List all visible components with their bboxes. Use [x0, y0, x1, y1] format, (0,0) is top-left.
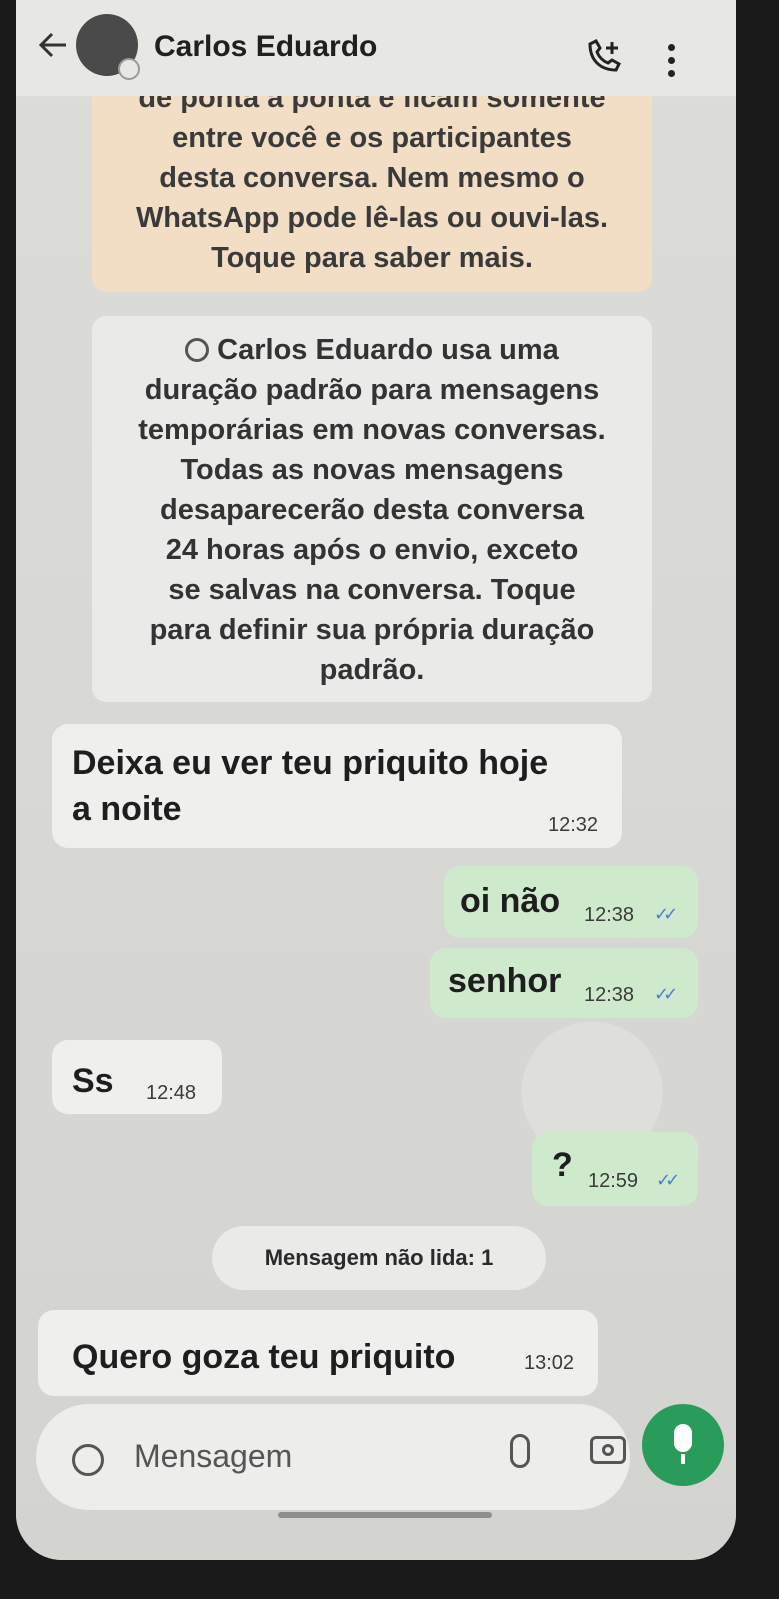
encryption-line: desta conversa. Nem mesmo o [159, 162, 585, 194]
incoming-message[interactable]: Quero goza teu priquito 13:02 [38, 1310, 598, 1396]
encryption-line: WhatsApp pode lê-las ou ouvi-las. [135, 202, 609, 234]
notice-line: duração padrão para mensagens [144, 374, 600, 406]
notice-line: se salvas na conversa. Toque [168, 574, 576, 606]
disappearing-timer-icon [118, 58, 140, 80]
microphone-icon [674, 1424, 692, 1452]
unread-divider: Mensagem não lida: 1 [212, 1226, 546, 1290]
encryption-line: entre você e os participantes [172, 122, 572, 154]
message-text: Ss [72, 1062, 114, 1100]
message-text: Deixa eu ver teu priquito hoje [72, 744, 549, 782]
message-text: a noite [72, 790, 182, 828]
read-receipt-icon: ✓✓ [656, 1170, 680, 1190]
phone-screen: Carlos Eduardo de ponta a ponta e ficam … [16, 0, 736, 1560]
message-time: 12:32 [548, 814, 599, 836]
outgoing-message[interactable]: senhor 12:38 ✓✓ [430, 948, 698, 1018]
camera-icon[interactable] [590, 1436, 626, 1464]
disappearing-messages-notice[interactable]: Carlos Eduardo usa uma duração padrão pa… [92, 316, 652, 702]
outgoing-message[interactable]: oi não 12:38 ✓✓ [444, 866, 698, 938]
message-input[interactable]: Mensagem [134, 1438, 292, 1475]
encryption-notice[interactable]: de ponta a ponta e ficam somente entre v… [92, 82, 652, 292]
notice-line: desaparecerão desta conversa [160, 494, 584, 526]
read-receipt-icon: ✓✓ [654, 904, 678, 924]
notice-line: temporárias em novas conversas. [138, 414, 606, 446]
chat-header: Carlos Eduardo [16, 0, 736, 96]
message-time: 12:59 [588, 1170, 639, 1192]
add-call-icon[interactable] [584, 38, 622, 76]
encryption-line: Toque para saber mais. [211, 242, 533, 274]
emoji-icon[interactable] [72, 1444, 104, 1476]
gesture-navigation-bar[interactable] [278, 1512, 492, 1518]
notice-line: para definir sua própria duração [149, 614, 595, 646]
notice-line: Carlos Eduardo usa uma [217, 334, 559, 366]
microphone-stand [681, 1454, 685, 1464]
incoming-message[interactable]: Deixa eu ver teu priquito hoje a noite 1… [52, 724, 622, 848]
notice-line: 24 horas após o envio, exceto [165, 534, 579, 566]
message-text: senhor [448, 962, 562, 1000]
message-time: 12:48 [146, 1082, 197, 1104]
message-time: 12:38 [584, 984, 635, 1006]
message-time: 13:02 [524, 1352, 575, 1374]
contact-name[interactable]: Carlos Eduardo [154, 30, 377, 64]
voice-message-button[interactable] [642, 1404, 724, 1486]
outgoing-message[interactable]: ? 12:59 ✓✓ [532, 1132, 698, 1206]
incoming-message[interactable]: Ss 12:48 [52, 1040, 222, 1114]
message-time: 12:38 [584, 904, 635, 926]
back-arrow-icon[interactable] [36, 28, 70, 70]
timer-icon [185, 338, 210, 362]
read-receipt-icon: ✓✓ [654, 984, 678, 1004]
notice-line: Todas as novas mensagens [180, 454, 564, 486]
message-composer[interactable]: Mensagem [36, 1404, 630, 1510]
message-text: Quero goza teu priquito [72, 1338, 456, 1376]
notice-line: padrão. [319, 654, 425, 686]
attach-icon[interactable] [510, 1434, 530, 1468]
message-text: ? [552, 1146, 573, 1184]
more-options-icon[interactable] [668, 44, 676, 77]
message-text: oi não [460, 882, 561, 920]
